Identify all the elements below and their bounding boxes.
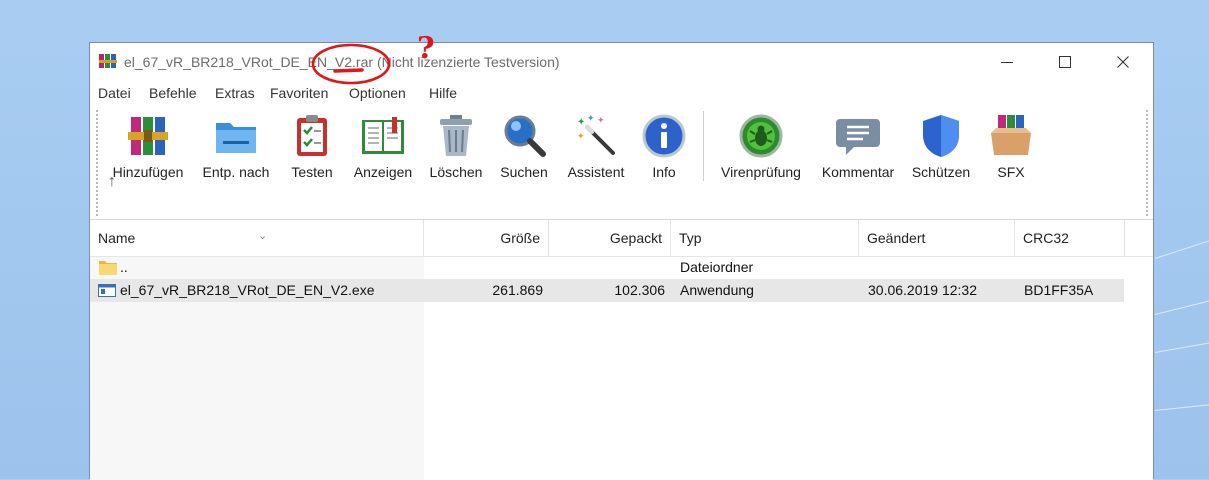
test-clipboard-icon — [297, 115, 327, 156]
delete-button[interactable]: Löschen — [424, 111, 488, 183]
toolbar-separator — [703, 111, 704, 181]
menu-hilfe[interactable]: Hilfe — [429, 85, 457, 101]
desktop-streak — [1154, 299, 1209, 315]
col-header-crc[interactable]: CRC32 — [1015, 220, 1125, 256]
file-name: .. — [120, 259, 128, 275]
view-book-icon — [362, 117, 404, 154]
file-list[interactable]: Name ⌄ Größe Gepackt Typ Geändert CRC32 … — [90, 220, 1153, 480]
window-title: el_67_vR_BR218_VRot_DE_EN_V2.rar (Nicht … — [124, 54, 560, 70]
extract-button[interactable]: Entp. nach — [196, 111, 276, 183]
view-label: Anzeigen — [353, 164, 413, 180]
file-modified: 30.06.2019 12:32 — [868, 282, 977, 298]
test-label: Testen — [291, 164, 333, 180]
find-label: Suchen — [500, 164, 548, 180]
toolbar-grip-right[interactable] — [1146, 109, 1148, 217]
extract-label: Entp. nach — [202, 164, 270, 180]
magnifier-icon — [504, 115, 546, 157]
comment-label: Kommentar — [821, 164, 895, 180]
desktop-streak — [1154, 341, 1209, 353]
folder-icon — [99, 261, 117, 275]
file-packed: 102.306 — [614, 282, 665, 298]
desktop-streak — [1154, 239, 1209, 259]
info-icon — [642, 114, 686, 158]
sort-chevron-icon: ⌄ — [258, 230, 268, 242]
file-crc: BD1FF35A — [1024, 282, 1094, 298]
protect-label: Schützen — [911, 164, 971, 180]
svg-text:✦: ✦ — [587, 114, 595, 124]
wizard-button[interactable]: ✦ ✦ ✦ ✦ Assistent — [560, 111, 632, 183]
add-archive-icon — [128, 117, 168, 155]
info-button[interactable]: Info — [638, 111, 690, 183]
info-label: Info — [652, 164, 676, 180]
comment-button[interactable]: Kommentar — [817, 111, 899, 183]
col-header-packed[interactable]: Gepackt — [549, 220, 671, 256]
sfx-box-icon — [991, 115, 1031, 155]
file-type: Dateiordner — [680, 259, 754, 275]
svg-text:✦: ✦ — [597, 116, 605, 126]
file-type: Anwendung — [680, 282, 754, 298]
maximize-icon — [1059, 56, 1071, 68]
winrar-window: el_67_vR_BR218_VRot_DE_EN_V2.rar (Nicht … — [89, 42, 1154, 480]
menu-extras[interactable]: Extras — [215, 85, 255, 101]
close-button[interactable] — [1094, 43, 1152, 81]
title-bar[interactable]: el_67_vR_BR218_VRot_DE_EN_V2.rar (Nicht … — [90, 43, 1153, 81]
protect-button[interactable]: Schützen — [907, 111, 975, 183]
shield-icon — [923, 115, 959, 157]
test-button[interactable]: Testen — [282, 111, 342, 183]
desktop-streak — [1154, 403, 1209, 411]
menu-optionen[interactable]: Optionen — [349, 85, 406, 101]
table-row[interactable]: el_67_vR_BR218_VRot_DE_EN_V2.exe 261.869… — [90, 279, 1124, 302]
virus-scan-label: Virenprüfung — [721, 164, 801, 180]
toolbar: Hinzufügen Entp. nach Testen Anzeigen Lö… — [90, 105, 1153, 220]
find-button[interactable]: Suchen — [494, 111, 554, 183]
license-status: (Nicht lizenzierte Testversion) — [376, 54, 560, 70]
close-icon — [1117, 56, 1129, 68]
col-header-size[interactable]: Größe — [424, 220, 549, 256]
menu-befehle[interactable]: Befehle — [149, 85, 196, 101]
wizard-label: Assistent — [567, 164, 625, 180]
minimize-icon — [1001, 61, 1013, 63]
add-label: Hinzufügen — [112, 164, 184, 180]
file-size: 261.869 — [492, 282, 543, 298]
virus-scan-button[interactable]: Virenprüfung — [714, 111, 808, 183]
column-headers: Name ⌄ Größe Gepackt Typ Geändert CRC32 — [90, 220, 1153, 257]
wizard-wand-icon: ✦ ✦ ✦ ✦ — [577, 114, 615, 155]
comment-icon — [836, 119, 880, 155]
view-button[interactable]: Anzeigen — [349, 111, 417, 183]
archive-name: el_67_vR_BR218_VRot_DE_EN_V2.rar — [124, 54, 374, 70]
up-folder-button[interactable]: ↑ — [108, 173, 116, 191]
winrar-app-icon — [99, 54, 117, 68]
svg-text:✦: ✦ — [577, 132, 585, 142]
file-name: el_67_vR_BR218_VRot_DE_EN_V2.exe — [120, 282, 375, 298]
add-button[interactable]: Hinzufügen — [107, 111, 189, 183]
menu-bar: Datei Befehle Extras Favoriten Optionen … — [90, 81, 1153, 105]
exe-file-icon — [98, 284, 116, 297]
extract-folder-icon — [216, 123, 256, 153]
menu-datei[interactable]: Datei — [98, 85, 131, 101]
delete-label: Löschen — [429, 164, 483, 180]
virus-scan-icon — [739, 114, 783, 158]
toolbar-grip[interactable] — [96, 109, 98, 217]
trash-icon — [440, 115, 472, 156]
sfx-button[interactable]: SFX — [985, 111, 1037, 183]
maximize-button[interactable] — [1036, 43, 1094, 81]
col-header-name[interactable]: Name ⌄ — [90, 220, 424, 256]
menu-favoriten[interactable]: Favoriten — [270, 85, 328, 101]
col-header-type[interactable]: Typ — [671, 220, 859, 256]
col-header-modified[interactable]: Geändert — [859, 220, 1015, 256]
minimize-button[interactable] — [978, 43, 1036, 81]
table-row[interactable]: .. Dateiordner — [90, 256, 1124, 279]
svg-text:✦: ✦ — [577, 117, 585, 128]
sfx-label: SFX — [997, 164, 1025, 180]
